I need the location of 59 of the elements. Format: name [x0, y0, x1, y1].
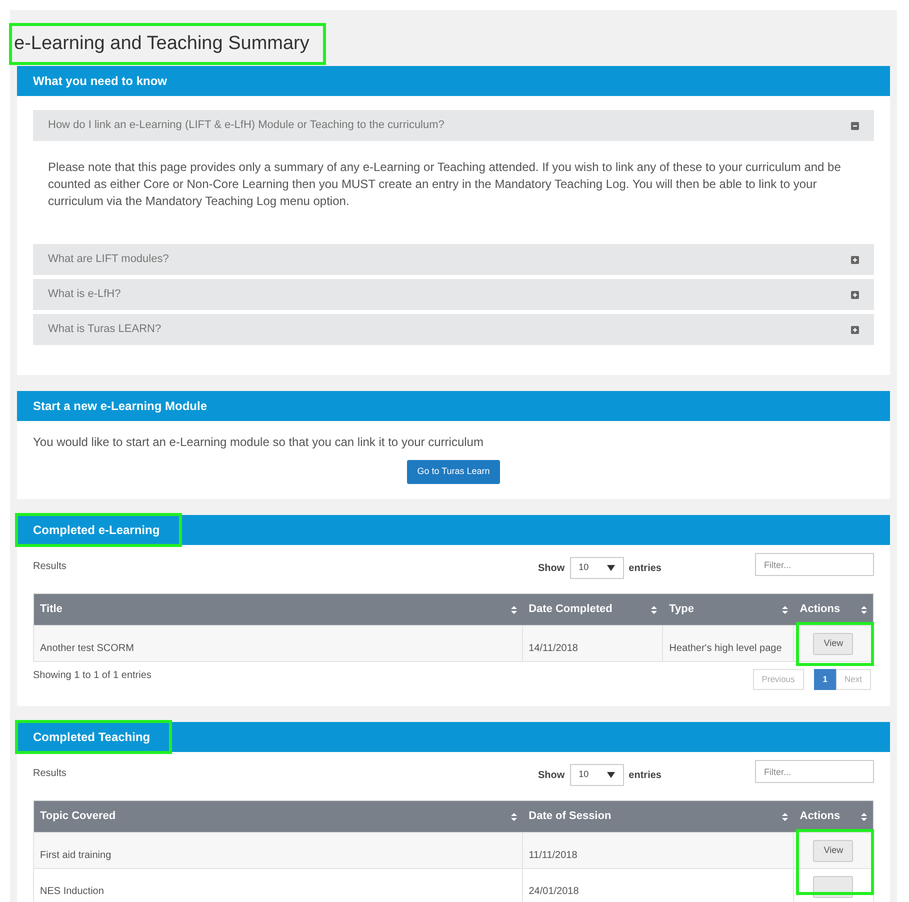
- expand-icon: [851, 256, 859, 264]
- sort-icon: [861, 606, 867, 614]
- accordion-header[interactable]: What is e-LfH?: [33, 279, 874, 310]
- entries-label: entries: [628, 768, 662, 782]
- expand-icon: [851, 290, 859, 298]
- table-cell: Heather's high level page: [669, 643, 782, 654]
- panel-title: Start a new e-Learning Module: [32, 398, 208, 415]
- accordion-title: How do I link an e-Learning (LIFT & e-LfH) Module or Teaching to the curriculum?: [48, 118, 444, 134]
- pagination-button[interactable]: Previous: [752, 669, 804, 690]
- results-label: Results: [33, 767, 68, 781]
- dropdown-arrow-icon: [606, 565, 615, 571]
- table-cell: NES Induction: [40, 886, 104, 897]
- page-size-select[interactable]: 10: [570, 557, 624, 579]
- table-cell: 11/11/2018: [528, 850, 578, 861]
- expand-icon: [851, 326, 859, 334]
- table-info: Showing 1 to 1 of 1 entries: [33, 669, 152, 683]
- column-header[interactable]: Date Completed: [522, 594, 664, 625]
- sort-icon: [782, 606, 788, 614]
- table-cell: Another test SCORM: [40, 643, 134, 654]
- collapse-icon: [851, 122, 859, 130]
- dropdown-arrow-icon: [606, 772, 615, 778]
- page-title: e-Learning and Teaching Summary: [12, 26, 324, 62]
- table-cell: 24/01/2018: [528, 886, 579, 897]
- accordion-text: Please note that this page provides only a summary of any e-Learning or Teaching attended. If you wish to link any of these to your curriculum and be counted as either Core or Non-Core Learning then you MUST create an entry in the Mandatory Teaching Log. You will then be able to link to your curriculum via the Mandatory Teaching Log menu option.: [47, 159, 842, 210]
- view-button[interactable]: View: [813, 633, 854, 655]
- sort-icon: [510, 606, 517, 614]
- page-size-select[interactable]: 10: [570, 764, 624, 786]
- accordion-title: What is Turas LEARN?: [48, 322, 162, 338]
- turas-learn-button[interactable]: Go to Turas Learn: [407, 460, 500, 484]
- accordion-title: What are LIFT modules?: [48, 252, 169, 268]
- panel-title: Completed e-Learning: [17, 515, 180, 545]
- column-header[interactable]: Type: [663, 594, 794, 625]
- panel-title: Completed Teaching: [17, 722, 170, 752]
- accordion-header[interactable]: What are LIFT modules?: [33, 244, 874, 275]
- sort-icon: [861, 812, 867, 820]
- accordion-header[interactable]: What is Turas LEARN?: [33, 314, 874, 345]
- column-header[interactable]: Topic Covered: [34, 801, 523, 832]
- sort-icon: [651, 606, 658, 614]
- column-header[interactable]: Title: [34, 594, 523, 625]
- pagination-button[interactable]: Next: [836, 669, 871, 690]
- table-cell: 14/11/2018: [528, 643, 578, 654]
- table-cell: First aid training: [40, 850, 112, 861]
- show-label: Show: [538, 768, 565, 782]
- filter-field[interactable]: Filter...: [755, 553, 874, 576]
- filter-field[interactable]: Filter...: [755, 760, 874, 783]
- view-button[interactable]: View: [813, 840, 854, 862]
- column-header[interactable]: Actions: [794, 801, 873, 832]
- accordion-title: What is e-LfH?: [48, 287, 121, 302]
- sort-icon: [782, 812, 788, 820]
- show-label: Show: [538, 562, 565, 576]
- sort-icon: [510, 812, 517, 820]
- results-label: Results: [33, 560, 68, 574]
- panel-title: What you need to know: [32, 73, 168, 90]
- intro-text: You would like to start an e-Learning module so that you can link it to your curriculum: [33, 434, 484, 451]
- entries-label: entries: [628, 562, 662, 576]
- pagination-button[interactable]: 1: [814, 669, 837, 690]
- accordion-header[interactable]: How do I link an e-Learning (LIFT & e-LfH) Module or Teaching to the curriculum?: [33, 110, 874, 141]
- column-header[interactable]: Date of Session: [522, 801, 794, 832]
- column-header[interactable]: Actions: [794, 594, 873, 625]
